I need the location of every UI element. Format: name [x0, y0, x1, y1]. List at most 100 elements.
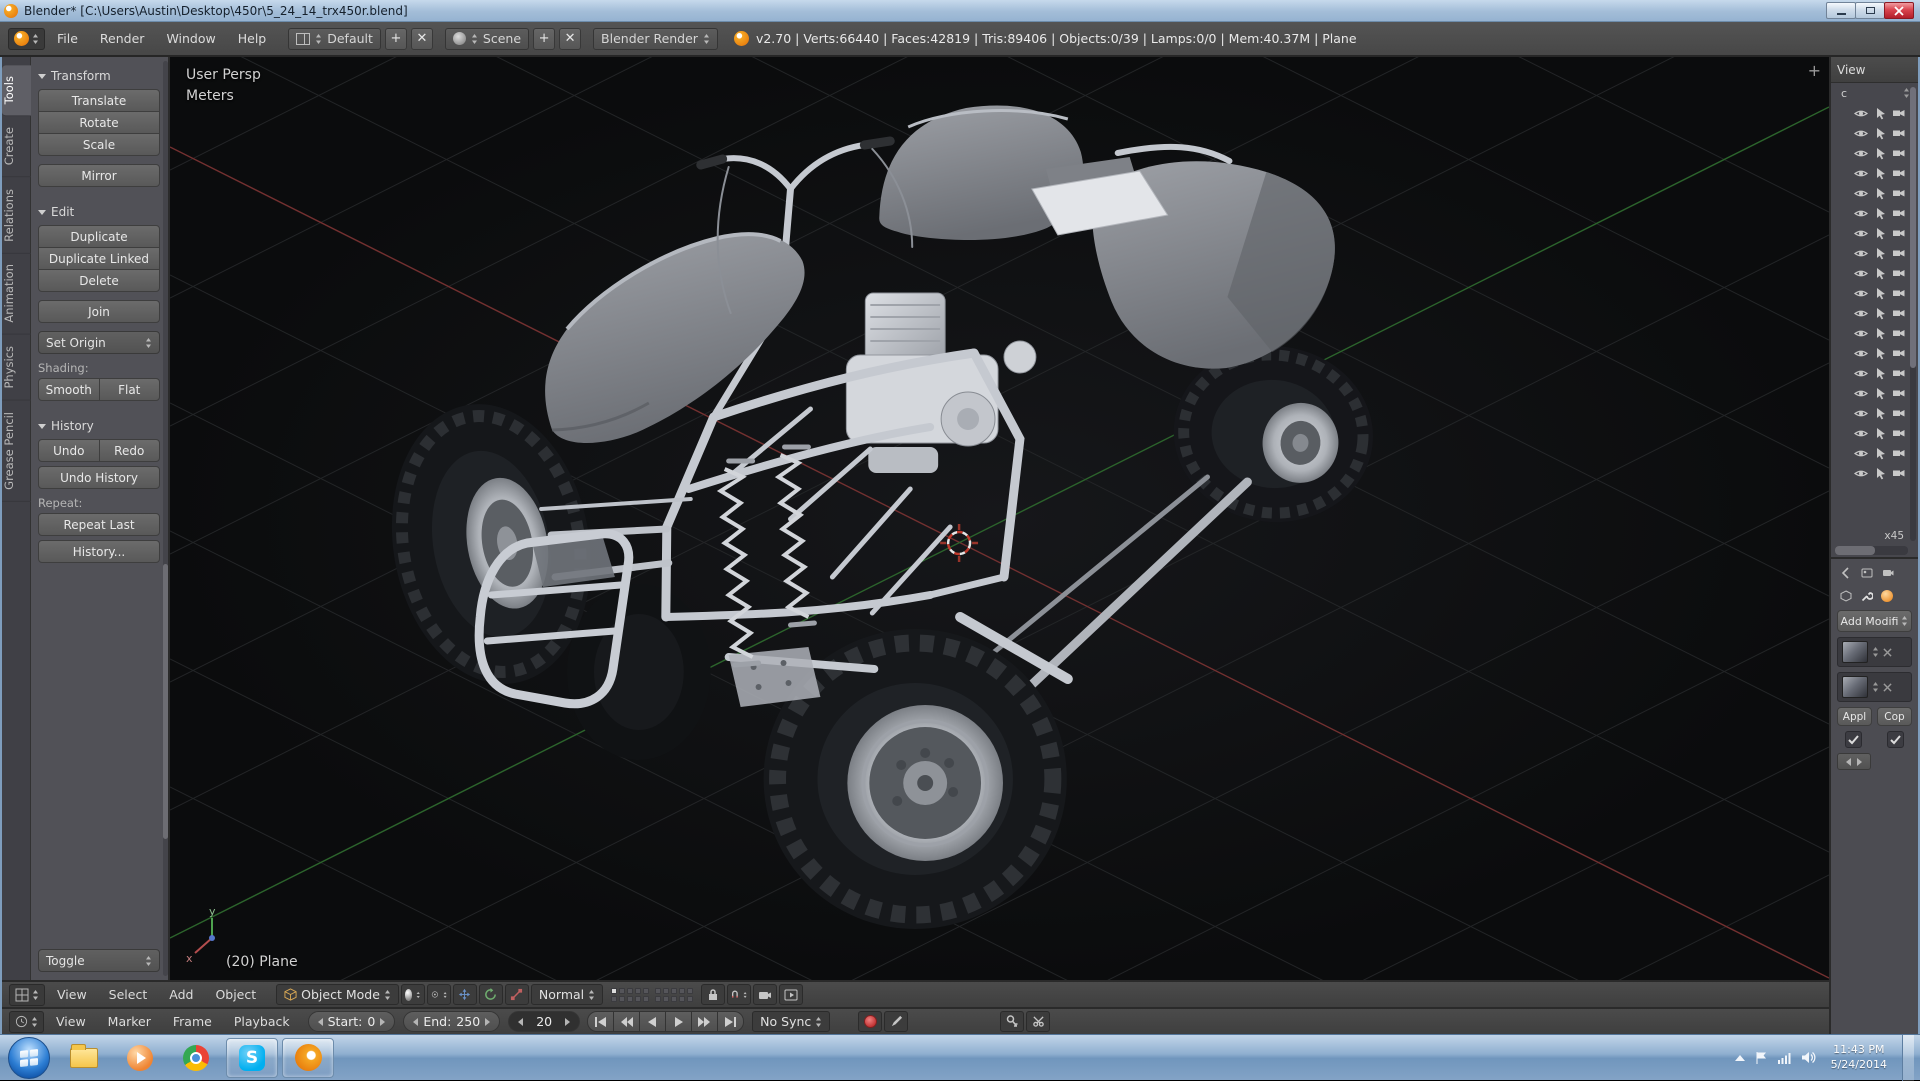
- end-frame-field[interactable]: End:250: [403, 1011, 500, 1032]
- taskbar-skype-button[interactable]: [226, 1038, 278, 1078]
- cursor-select-icon[interactable]: [1873, 386, 1887, 400]
- eye-icon[interactable]: [1854, 146, 1868, 160]
- opengl-anim-button[interactable]: [779, 984, 803, 1005]
- screen-layout-selector[interactable]: Default: [288, 28, 381, 50]
- panel-header-history[interactable]: History: [38, 419, 160, 433]
- outliner-row[interactable]: [1831, 203, 1906, 223]
- duplicate-button[interactable]: Duplicate: [38, 225, 160, 248]
- outliner-view-menu[interactable]: View: [1837, 63, 1865, 77]
- camera-render-icon[interactable]: [1892, 346, 1906, 360]
- eye-icon[interactable]: [1854, 386, 1868, 400]
- checkbox-checked[interactable]: [1845, 731, 1862, 748]
- render-engine-selector[interactable]: Blender Render: [593, 28, 718, 50]
- apply-button[interactable]: Appl: [1837, 707, 1872, 726]
- cursor-select-icon[interactable]: [1873, 166, 1887, 180]
- eye-icon[interactable]: [1854, 326, 1868, 340]
- menu-render[interactable]: Render: [90, 31, 155, 46]
- camera-render-icon[interactable]: [1892, 266, 1906, 280]
- duplicate-linked-button[interactable]: Duplicate Linked: [38, 247, 160, 270]
- eye-icon[interactable]: [1854, 446, 1868, 460]
- camera-render-icon[interactable]: [1892, 426, 1906, 440]
- scene-tab-icon[interactable]: [1860, 566, 1874, 580]
- maximize-button[interactable]: [1855, 2, 1885, 19]
- camera-render-icon[interactable]: [1892, 166, 1906, 180]
- camera-render-icon[interactable]: [1892, 286, 1906, 300]
- outliner-row[interactable]: [1831, 303, 1906, 323]
- close-button[interactable]: [1884, 2, 1914, 19]
- show-desktop-button[interactable]: [1902, 1035, 1914, 1081]
- outliner-row[interactable]: [1831, 383, 1906, 403]
- manipulator-translate-toggle[interactable]: [453, 984, 477, 1005]
- outliner-row[interactable]: [1831, 163, 1906, 183]
- outliner-row[interactable]: [1831, 323, 1906, 343]
- camera-render-icon[interactable]: [1892, 406, 1906, 420]
- panel-header-edit[interactable]: Edit: [38, 205, 160, 219]
- eye-icon[interactable]: [1854, 346, 1868, 360]
- eye-icon[interactable]: [1854, 466, 1868, 480]
- close-icon[interactable]: [1883, 683, 1892, 692]
- camera-render-icon[interactable]: [1892, 306, 1906, 320]
- footpeg-plate[interactable]: [729, 647, 821, 707]
- eye-icon[interactable]: [1854, 226, 1868, 240]
- camera-render-icon[interactable]: [1892, 226, 1906, 240]
- outliner-row[interactable]: [1831, 363, 1906, 383]
- tool-shelf-scrollbar[interactable]: [163, 61, 168, 976]
- close-icon[interactable]: [1883, 648, 1892, 657]
- repeat-last-button[interactable]: Repeat Last: [38, 513, 160, 536]
- taskbar-blender-button[interactable]: [282, 1038, 334, 1078]
- camera-render-icon[interactable]: [1892, 206, 1906, 220]
- back-arrow-icon[interactable]: [1839, 566, 1853, 580]
- tab-relations[interactable]: Relations: [2, 178, 31, 254]
- cursor-select-icon[interactable]: [1873, 226, 1887, 240]
- decrement-icon[interactable]: [518, 1018, 523, 1026]
- cursor-select-icon[interactable]: [1873, 426, 1887, 440]
- outliner-clipped-item[interactable]: c: [1831, 83, 1918, 103]
- play-button[interactable]: [665, 1011, 692, 1032]
- outliner-row[interactable]: [1831, 423, 1906, 443]
- outliner-row[interactable]: [1831, 143, 1906, 163]
- undo-button[interactable]: Undo: [38, 439, 100, 462]
- render-tab-icon[interactable]: [1881, 566, 1895, 580]
- network-icon[interactable]: [1777, 1051, 1792, 1064]
- volume-icon[interactable]: [1801, 1051, 1816, 1064]
- view3d-editor-type-button[interactable]: [9, 984, 45, 1006]
- camera-render-icon[interactable]: [1892, 466, 1906, 480]
- taskbar-clock[interactable]: 11:43 PM 5/24/2014: [1831, 1043, 1887, 1073]
- keying-set-button[interactable]: [884, 1011, 908, 1032]
- cursor-select-icon[interactable]: [1873, 326, 1887, 340]
- decrement-icon[interactable]: [318, 1018, 323, 1026]
- timeline-menu-marker[interactable]: Marker: [98, 1014, 161, 1029]
- mode-selector[interactable]: Object Mode: [276, 984, 399, 1005]
- material-tab-icon[interactable]: [1881, 590, 1893, 602]
- current-frame-field[interactable]: 20: [508, 1011, 580, 1032]
- layers-widget[interactable]: [611, 988, 693, 1002]
- start-frame-field[interactable]: Start:0: [308, 1011, 396, 1032]
- camera-render-icon[interactable]: [1892, 446, 1906, 460]
- manipulator-scale-toggle[interactable]: [505, 984, 529, 1005]
- outliner-row[interactable]: [1831, 463, 1906, 483]
- outliner-row[interactable]: [1831, 223, 1906, 243]
- cursor-select-icon[interactable]: [1873, 366, 1887, 380]
- delete-scene-button[interactable]: ✕: [559, 28, 581, 50]
- camera-render-icon[interactable]: [1892, 386, 1906, 400]
- shade-flat-button[interactable]: Flat: [99, 378, 161, 401]
- object-tab-icon[interactable]: [1839, 589, 1853, 603]
- timeline-menu-view[interactable]: View: [46, 1014, 96, 1029]
- timeline-menu-playback[interactable]: Playback: [224, 1014, 300, 1029]
- join-button[interactable]: Join: [38, 300, 160, 323]
- start-button[interactable]: [8, 1037, 50, 1079]
- view3d-menu-select[interactable]: Select: [99, 987, 158, 1002]
- outliner-row[interactable]: [1831, 443, 1906, 463]
- eye-icon[interactable]: [1854, 166, 1868, 180]
- cursor-select-icon[interactable]: [1873, 266, 1887, 280]
- play-reverse-button[interactable]: [639, 1011, 666, 1032]
- scene-selector[interactable]: Scene: [445, 28, 529, 50]
- insert-keyframe-button[interactable]: [1000, 1011, 1024, 1032]
- increment-icon[interactable]: [565, 1018, 570, 1026]
- cursor-select-icon[interactable]: [1873, 186, 1887, 200]
- eye-icon[interactable]: [1854, 306, 1868, 320]
- taskbar-media-player-button[interactable]: [114, 1038, 166, 1078]
- view3d-menu-add[interactable]: Add: [159, 987, 203, 1002]
- outliner-row[interactable]: [1831, 103, 1906, 123]
- copy-button[interactable]: Cop: [1877, 707, 1912, 726]
